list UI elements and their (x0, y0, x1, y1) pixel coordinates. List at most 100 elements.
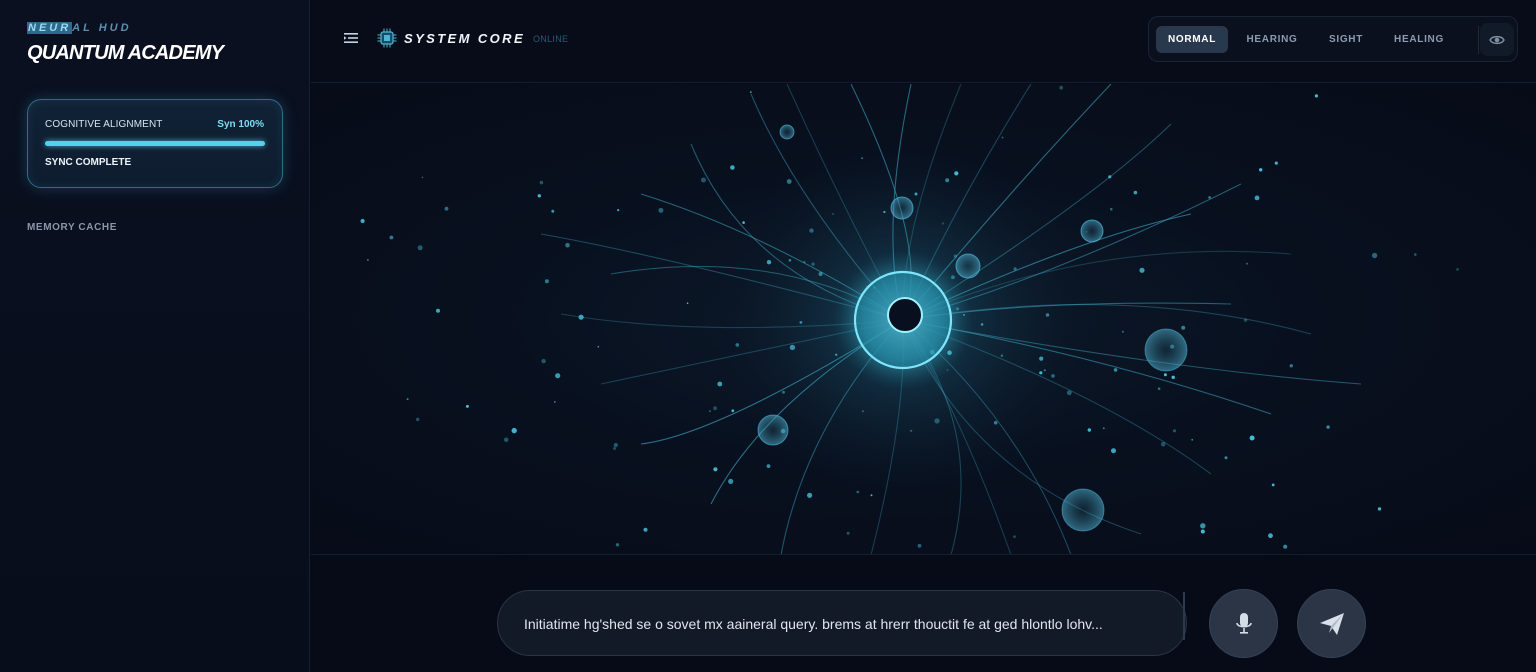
particle (1110, 207, 1113, 211)
particle (1271, 483, 1275, 487)
particle (993, 420, 998, 425)
particle (980, 323, 984, 326)
particle (444, 206, 449, 211)
particle (1172, 429, 1177, 433)
particle (803, 261, 806, 263)
mode-sight-button[interactable]: SIGHT (1316, 26, 1376, 53)
particle (883, 210, 886, 214)
particle (1039, 371, 1043, 375)
particle (1200, 529, 1205, 534)
particle (846, 531, 850, 535)
particle (1377, 507, 1382, 511)
particle (742, 221, 745, 224)
particle (541, 358, 546, 364)
mode-normal-button[interactable]: NORMAL (1156, 26, 1228, 53)
particle (1013, 267, 1017, 271)
particle (1254, 195, 1260, 201)
particle (749, 91, 752, 93)
cpu-chip-icon (376, 27, 398, 49)
particle (1289, 364, 1293, 368)
particle (731, 409, 735, 413)
sync-label: COGNITIVE ALIGNMENT (45, 119, 163, 130)
particle (1268, 533, 1273, 539)
particle (511, 427, 517, 434)
particle (1249, 435, 1255, 441)
particle (406, 398, 409, 401)
microphone-button[interactable] (1209, 589, 1278, 658)
particle (360, 218, 365, 224)
particle (861, 410, 864, 413)
brand-title: QUANTUM ACADEMY (27, 42, 224, 64)
particle (1013, 535, 1016, 538)
particle (1283, 544, 1288, 549)
particle (809, 228, 814, 233)
input-caret (1183, 592, 1185, 640)
mode-selector: NORMAL HEARING SIGHT HEALING (1148, 16, 1518, 62)
particle (1108, 175, 1112, 179)
particle (954, 171, 959, 176)
particle (717, 381, 723, 387)
send-button[interactable] (1297, 589, 1366, 658)
particle (782, 390, 785, 394)
particle (953, 254, 958, 258)
mode-healing-button[interactable]: HEALING (1382, 26, 1456, 53)
particle (417, 245, 423, 251)
send-icon (1319, 612, 1344, 635)
system-status: ONLINE (533, 34, 569, 44)
particle (835, 353, 838, 356)
particle (788, 259, 792, 262)
particle (1087, 428, 1091, 432)
particle (861, 157, 863, 160)
particle (701, 177, 706, 183)
particle (1163, 373, 1167, 377)
particle (658, 207, 664, 213)
particle (730, 165, 735, 170)
particle (1066, 390, 1072, 396)
particle (1133, 190, 1138, 195)
particle (539, 180, 544, 185)
particle (1224, 456, 1228, 460)
particle (1111, 448, 1116, 454)
particle (1191, 438, 1194, 441)
memory-cache-label: MEMORY CACHE (27, 222, 117, 233)
particle (1043, 369, 1046, 372)
menu-icon[interactable] (343, 30, 359, 46)
particle (945, 178, 950, 183)
sync-progress-bar (45, 141, 265, 146)
query-input[interactable]: Initiatime hg'shed se o sovet mx aainera… (497, 590, 1187, 656)
particle (832, 213, 834, 215)
particle (436, 308, 440, 313)
particle (799, 321, 803, 324)
particle (1259, 168, 1263, 172)
particle (1456, 268, 1459, 271)
query-input-text[interactable]: Initiatime hg'shed se o sovet mx aainera… (524, 616, 1164, 632)
particle (1181, 325, 1186, 330)
particle (941, 222, 945, 225)
particle (1208, 196, 1211, 199)
particle (818, 271, 823, 277)
particle (1113, 368, 1118, 372)
particle (1171, 375, 1175, 379)
particle (1121, 330, 1124, 333)
particle (554, 401, 556, 403)
neural-network-graphic (360, 84, 1459, 554)
particle (811, 262, 815, 266)
particle (910, 429, 913, 432)
particle (766, 464, 771, 468)
particle (1326, 425, 1330, 429)
particle (366, 258, 369, 261)
particle (870, 494, 873, 497)
brand-subtitle: NEURAL HUD (27, 22, 132, 34)
particle (1160, 441, 1166, 447)
sync-value: Syn 100% (217, 119, 264, 130)
particle (766, 260, 772, 265)
particle (735, 343, 740, 347)
mode-hearing-button[interactable]: HEARING (1234, 26, 1310, 53)
particle (1059, 85, 1064, 90)
particle (914, 192, 918, 196)
particle (613, 443, 618, 448)
particle (1200, 523, 1206, 529)
top-bar: SYSTEM CORE ONLINE NORMAL HEARING SIGHT … (311, 0, 1536, 83)
particle (503, 437, 509, 443)
eye-toggle-button[interactable] (1480, 23, 1514, 56)
